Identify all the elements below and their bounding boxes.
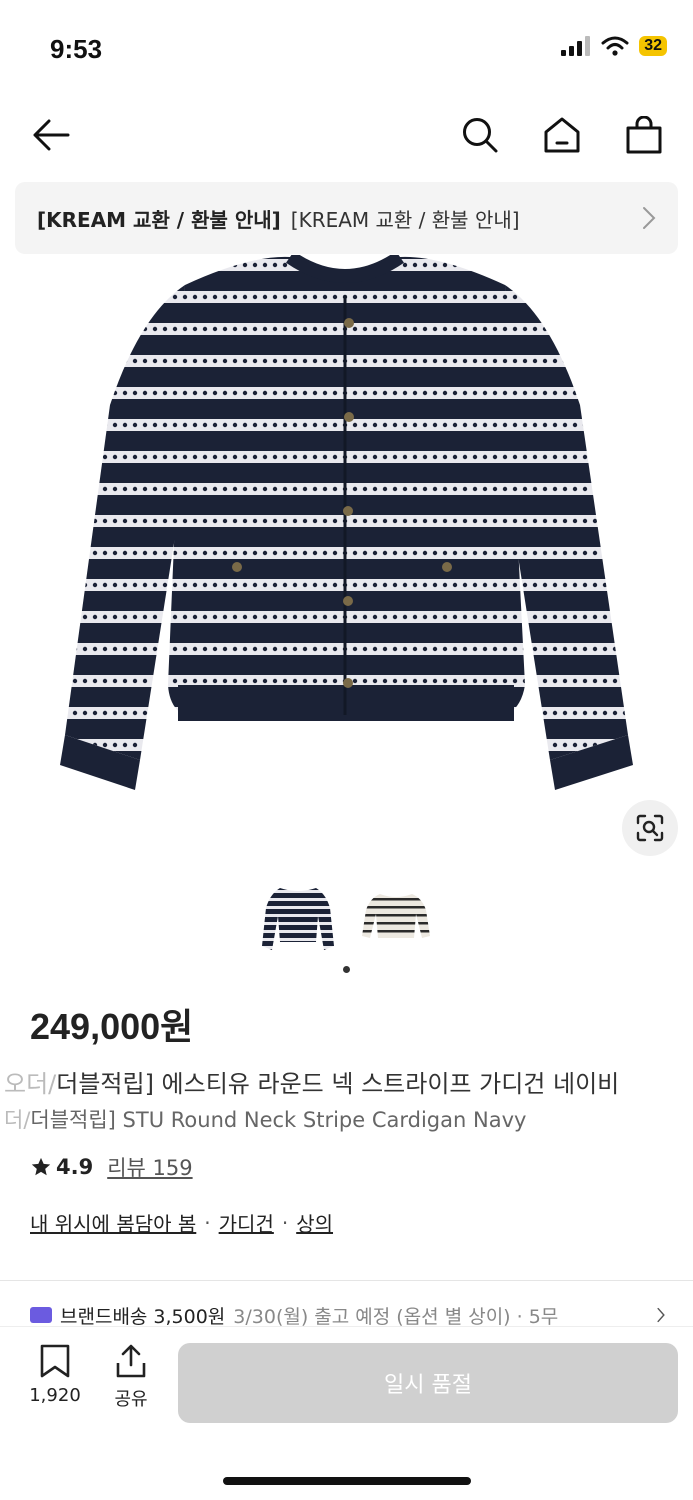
breadcrumb: 내 위시에 봄담아 봄 · 가디건 · 상의: [30, 1208, 333, 1237]
battery-indicator: 32: [639, 36, 667, 56]
breadcrumb-separator: ·: [204, 1210, 211, 1235]
share-icon: [116, 1344, 146, 1378]
rating-value: 4.9: [56, 1155, 94, 1179]
product-price: 249,000원: [30, 1006, 194, 1047]
product-name-english-text: 더블적립] STU Round Neck Stripe Cardigan Nav…: [30, 1108, 527, 1132]
breadcrumb-wish-event[interactable]: 내 위시에 봄담아 봄: [30, 1208, 196, 1237]
share-label: 공유: [114, 1389, 148, 1410]
delivery-price: 3,500원: [153, 1305, 226, 1328]
carousel-page-dot: [343, 966, 350, 973]
bottom-action-bar: 1,920 공유 일시 품절: [0, 1326, 693, 1500]
thumbnail-ivory[interactable]: [358, 880, 434, 956]
navy-cardigan-thumbnail: [261, 888, 334, 950]
product-name-korean-prefix: 오더/: [4, 1070, 57, 1098]
exchange-refund-notice[interactable]: [KREAM 교환 / 환불 안내] [KREAM 교환 / 환불 안내]: [15, 182, 678, 254]
review-link[interactable]: 리뷰 159: [107, 1152, 192, 1182]
status-bar: 9:53 32: [0, 0, 693, 100]
wish-count: 1,920: [29, 1385, 81, 1406]
star-icon: [31, 1157, 51, 1176]
chevron-right-icon: [652, 1304, 666, 1326]
status-icons: 32: [561, 36, 667, 56]
breadcrumb-tops[interactable]: 상의: [296, 1208, 333, 1237]
breadcrumb-cardigan[interactable]: 가디건: [219, 1208, 274, 1237]
delivery-label: 브랜드배송: [60, 1305, 148, 1328]
delivery-date: 3/30(월) 출고 예정 (옵션 별 상이) · 5무: [233, 1305, 559, 1328]
wish-button[interactable]: 1,920: [22, 1343, 88, 1406]
breadcrumb-separator: ·: [281, 1210, 289, 1235]
product-image[interactable]: [50, 255, 640, 795]
notice-title: [KREAM 교환 / 환불 안내]: [37, 207, 281, 232]
product-name-korean-text: 더블적립] 에스티유 라운드 넥 스트라이프 가디건 네이비: [56, 1070, 620, 1098]
rating-row: 4.9 리뷰 159: [30, 1152, 193, 1182]
nav-bar: [0, 100, 693, 170]
home-icon: [544, 117, 580, 153]
lens-search-icon: [636, 814, 664, 842]
back-button[interactable]: [28, 112, 74, 158]
thumbnail-list: [0, 880, 693, 956]
home-indicator: [223, 1477, 471, 1485]
back-arrow-icon: [33, 119, 70, 151]
wifi-icon: [601, 36, 629, 56]
status-time: 9:53: [50, 34, 103, 64]
cart-button[interactable]: [621, 112, 667, 158]
share-button[interactable]: 공유: [98, 1343, 164, 1411]
ivory-cardigan-thumbnail: [361, 894, 430, 938]
home-button[interactable]: [539, 112, 585, 158]
notice-text: [KREAM 교환 / 환불 안내]: [290, 207, 520, 232]
soldout-button[interactable]: 일시 품절: [178, 1343, 678, 1423]
delivery-truck-icon: [30, 1307, 52, 1323]
shopping-bag-icon: [626, 116, 662, 154]
bookmark-icon: [40, 1344, 70, 1378]
image-search-button[interactable]: [622, 800, 678, 856]
product-name-english: 더/더블적립] STU Round Neck Stripe Cardigan N…: [0, 1104, 693, 1134]
thumbnail-navy[interactable]: [260, 880, 336, 956]
search-icon: [463, 118, 498, 153]
section-divider: [0, 1280, 693, 1281]
product-name-korean: 오더/더블적립] 에스티유 라운드 넥 스트라이프 가디건 네이비: [0, 1064, 693, 1099]
signal-icon: [561, 36, 591, 56]
search-button[interactable]: [457, 112, 503, 158]
chevron-right-icon: [643, 207, 656, 229]
product-name-english-prefix: 더/: [4, 1108, 31, 1132]
